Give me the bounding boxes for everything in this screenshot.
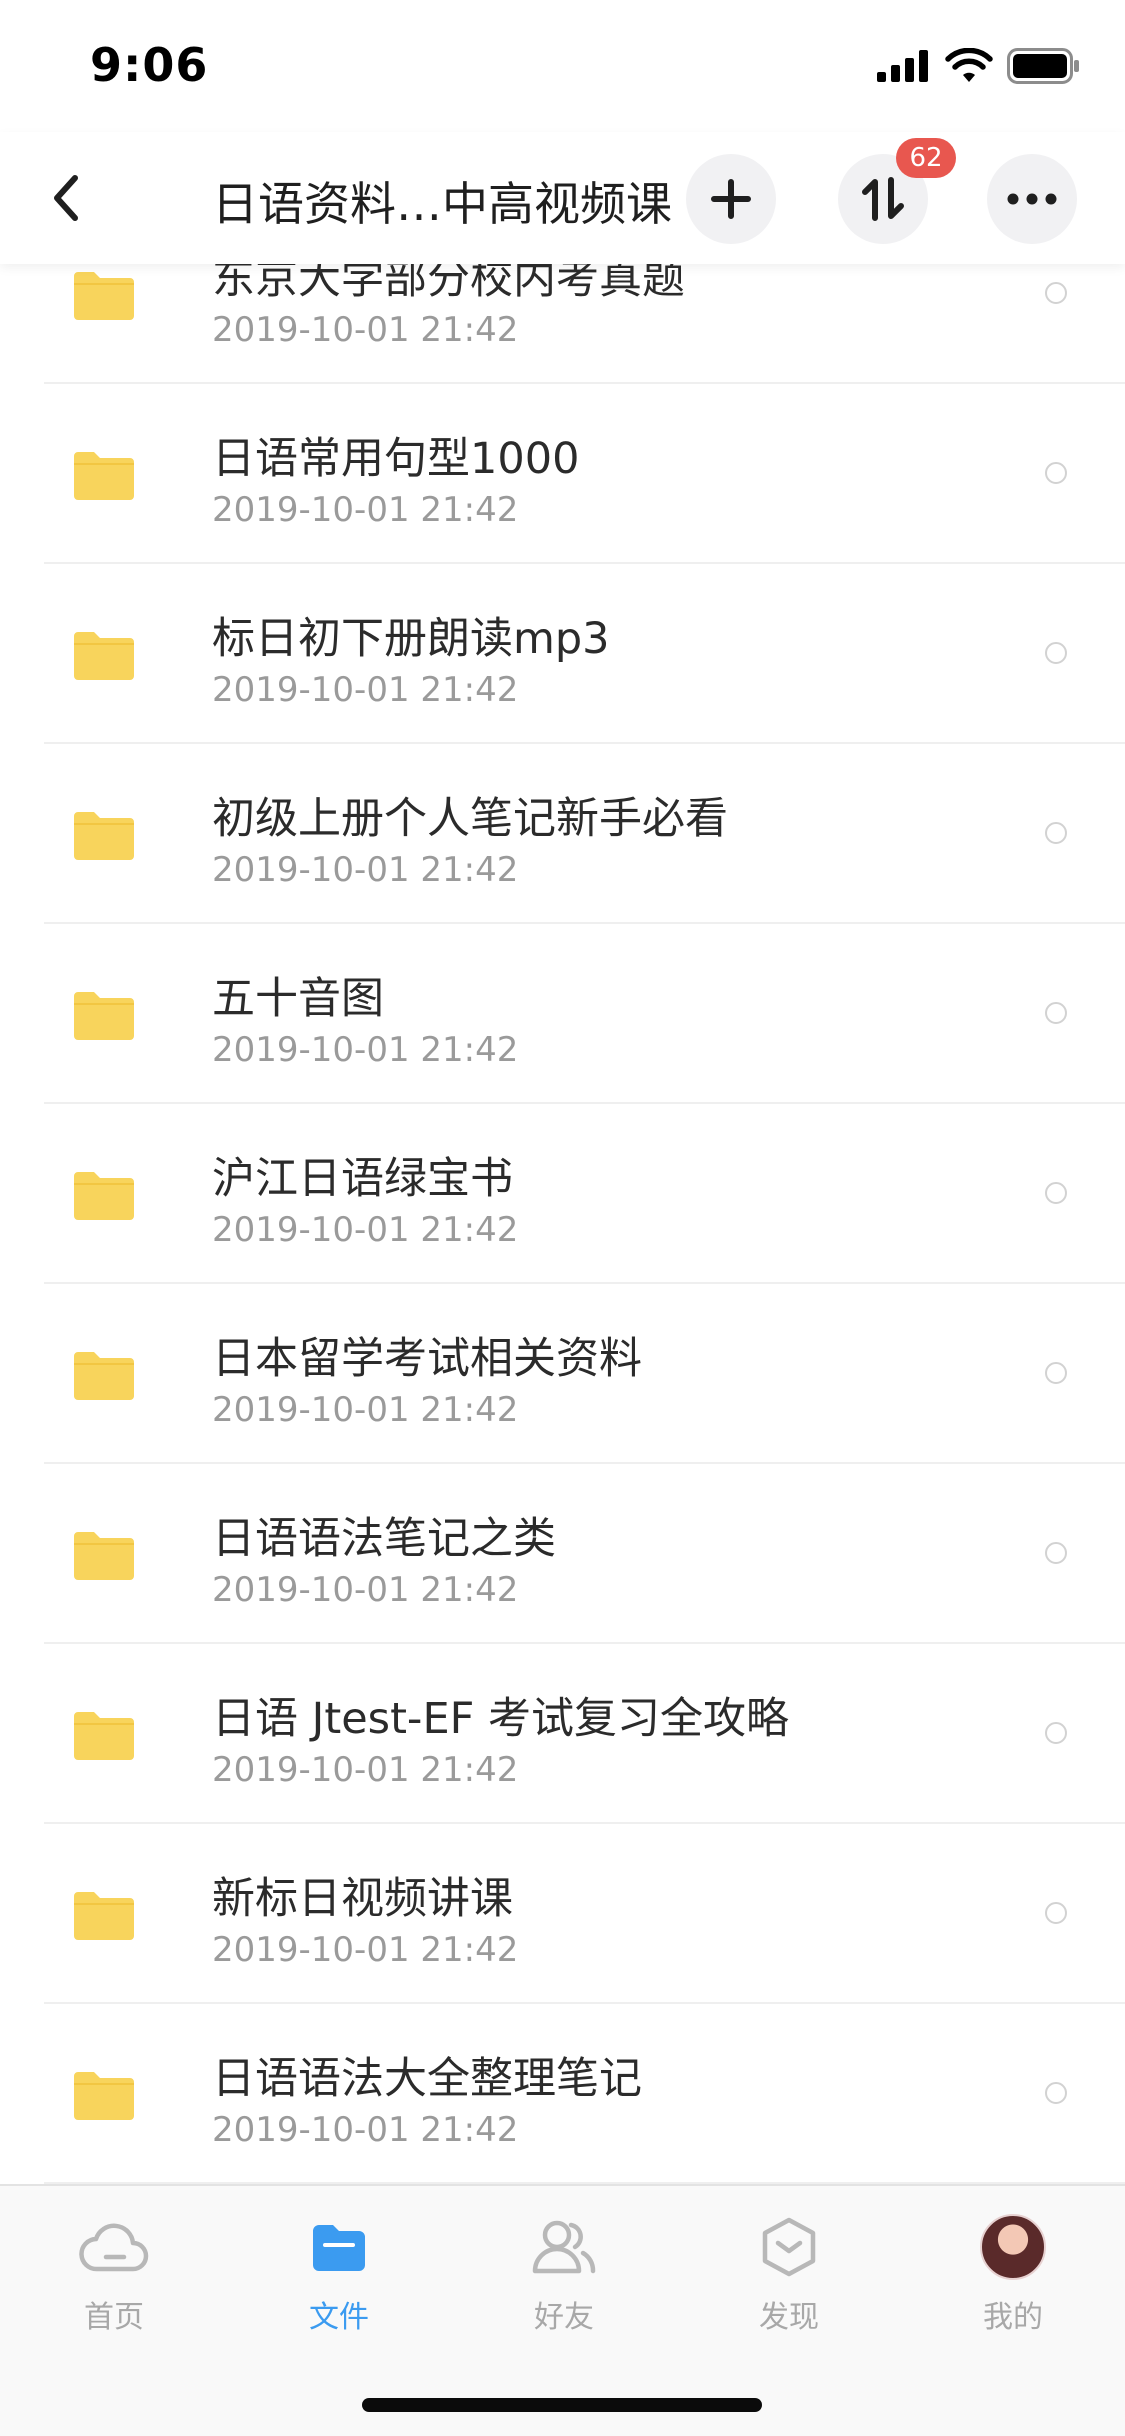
folder-icon <box>74 1712 134 1760</box>
discover-icon <box>762 2217 816 2277</box>
more-dots-icon <box>1007 193 1057 205</box>
file-row[interactable]: 日语 Jtest-EF 考试复习全攻略 2019-10-01 21:42 <box>0 1644 1125 1824</box>
file-row[interactable]: 五十音图 2019-10-01 21:42 <box>0 924 1125 1104</box>
file-name: 沪江日语绿宝书 <box>212 1154 513 1204</box>
file-date: 2019-10-01 21:42 <box>212 1390 519 1430</box>
page-title: 日语资料…中高视频课 <box>212 177 672 231</box>
battery-icon <box>1007 48 1079 84</box>
tab-label: 好友 <box>534 2300 594 2335</box>
select-checkbox[interactable] <box>1045 1902 1067 1924</box>
wifi-icon <box>945 48 993 82</box>
file-row[interactable]: 日本留学考试相关资料 2019-10-01 21:42 <box>0 1284 1125 1464</box>
file-date: 2019-10-01 21:42 <box>212 670 519 710</box>
tab-friends[interactable]: 好友 <box>484 2212 644 2342</box>
tab-mine[interactable]: 我的 <box>933 2212 1093 2342</box>
file-name: 日本留学考试相关资料 <box>212 1334 642 1384</box>
folder-icon <box>74 1532 134 1580</box>
status-icons <box>877 48 1081 84</box>
tab-label: 发现 <box>759 2300 819 2335</box>
select-checkbox[interactable] <box>1045 1542 1067 1564</box>
file-row[interactable]: 沪江日语绿宝书 2019-10-01 21:42 <box>0 1104 1125 1284</box>
file-date: 2019-10-01 21:42 <box>212 2110 519 2150</box>
tab-home[interactable]: 首页 <box>34 2212 194 2342</box>
chevron-left-icon <box>54 175 78 221</box>
file-name: 标日初下册朗读mp3 <box>212 614 610 664</box>
file-row[interactable]: 日语语法笔记之类 2019-10-01 21:42 <box>0 1464 1125 1644</box>
folder-icon <box>313 2225 365 2271</box>
cloud-icon <box>79 2223 149 2272</box>
select-checkbox[interactable] <box>1045 822 1067 844</box>
transfer-count-badge: 62 <box>896 138 956 178</box>
friends-icon <box>532 2220 596 2274</box>
file-name: 初级上册个人笔记新手必看 <box>212 794 728 844</box>
file-name: 日语 Jtest-EF 考试复习全攻略 <box>212 1694 790 1744</box>
select-checkbox[interactable] <box>1045 1362 1067 1384</box>
folder-icon <box>74 452 134 500</box>
select-checkbox[interactable] <box>1045 1002 1067 1024</box>
file-name: 日语常用句型1000 <box>212 434 580 484</box>
tab-label: 首页 <box>84 2300 144 2335</box>
plus-icon <box>711 179 751 219</box>
file-date: 2019-10-01 21:42 <box>212 310 519 350</box>
select-checkbox[interactable] <box>1045 642 1067 664</box>
folder-icon <box>74 1172 134 1220</box>
file-date: 2019-10-01 21:42 <box>212 1750 519 1790</box>
home-indicator <box>362 2398 762 2412</box>
file-name: 五十音图 <box>212 974 384 1024</box>
avatar <box>980 2214 1046 2280</box>
file-name: 日语语法大全整理笔记 <box>212 2054 642 2104</box>
file-name: 新标日视频讲课 <box>212 1874 513 1924</box>
file-row[interactable]: 日语常用句型1000 2019-10-01 21:42 <box>0 384 1125 564</box>
status-time: 9:06 <box>90 38 209 92</box>
file-date: 2019-10-01 21:42 <box>212 1570 519 1610</box>
select-checkbox[interactable] <box>1045 462 1067 484</box>
folder-icon <box>74 812 134 860</box>
status-bar: 9:06 <box>0 0 1125 132</box>
file-date: 2019-10-01 21:42 <box>212 490 519 530</box>
file-row[interactable]: 初级上册个人笔记新手必看 2019-10-01 21:42 <box>0 744 1125 924</box>
tab-label: 我的 <box>983 2300 1043 2335</box>
file-list: 东京大学部分校内考真题 2019-10-01 21:42 日语常用句型1000 201… <box>0 204 1125 2184</box>
header: 日语资料…中高视频课 <box>0 132 1125 264</box>
file-date: 2019-10-01 21:42 <box>212 1930 519 1970</box>
cellular-signal-icon <box>877 50 928 82</box>
file-date: 2019-10-01 21:42 <box>212 850 519 890</box>
back-button[interactable] <box>36 164 96 232</box>
file-row[interactable]: 日语语法大全整理笔记 2019-10-01 21:42 <box>0 2004 1125 2184</box>
tab-files[interactable]: 文件 <box>259 2212 419 2342</box>
select-checkbox[interactable] <box>1045 282 1067 304</box>
folder-icon <box>74 2072 134 2120</box>
file-date: 2019-10-01 21:42 <box>212 1210 519 1250</box>
select-checkbox[interactable] <box>1045 1722 1067 1744</box>
file-name: 日语语法笔记之类 <box>212 1514 556 1564</box>
folder-icon <box>74 1892 134 1940</box>
folder-icon <box>74 632 134 680</box>
add-button[interactable] <box>686 154 776 244</box>
transfer-icon <box>862 177 904 221</box>
folder-icon <box>74 992 134 1040</box>
more-button[interactable] <box>987 154 1077 244</box>
file-date: 2019-10-01 21:42 <box>212 1030 519 1070</box>
folder-icon <box>74 1352 134 1400</box>
select-checkbox[interactable] <box>1045 2082 1067 2104</box>
tab-discover[interactable]: 发现 <box>709 2212 869 2342</box>
select-checkbox[interactable] <box>1045 1182 1067 1204</box>
file-row[interactable]: 标日初下册朗读mp3 2019-10-01 21:42 <box>0 564 1125 744</box>
tab-label: 文件 <box>309 2300 369 2335</box>
folder-icon <box>74 272 134 320</box>
screen: 9:06 东京大学部分校内考真题 2019-10-01 21:42 日语常用句型10… <box>0 0 1125 2436</box>
file-row[interactable]: 新标日视频讲课 2019-10-01 21:42 <box>0 1824 1125 2004</box>
